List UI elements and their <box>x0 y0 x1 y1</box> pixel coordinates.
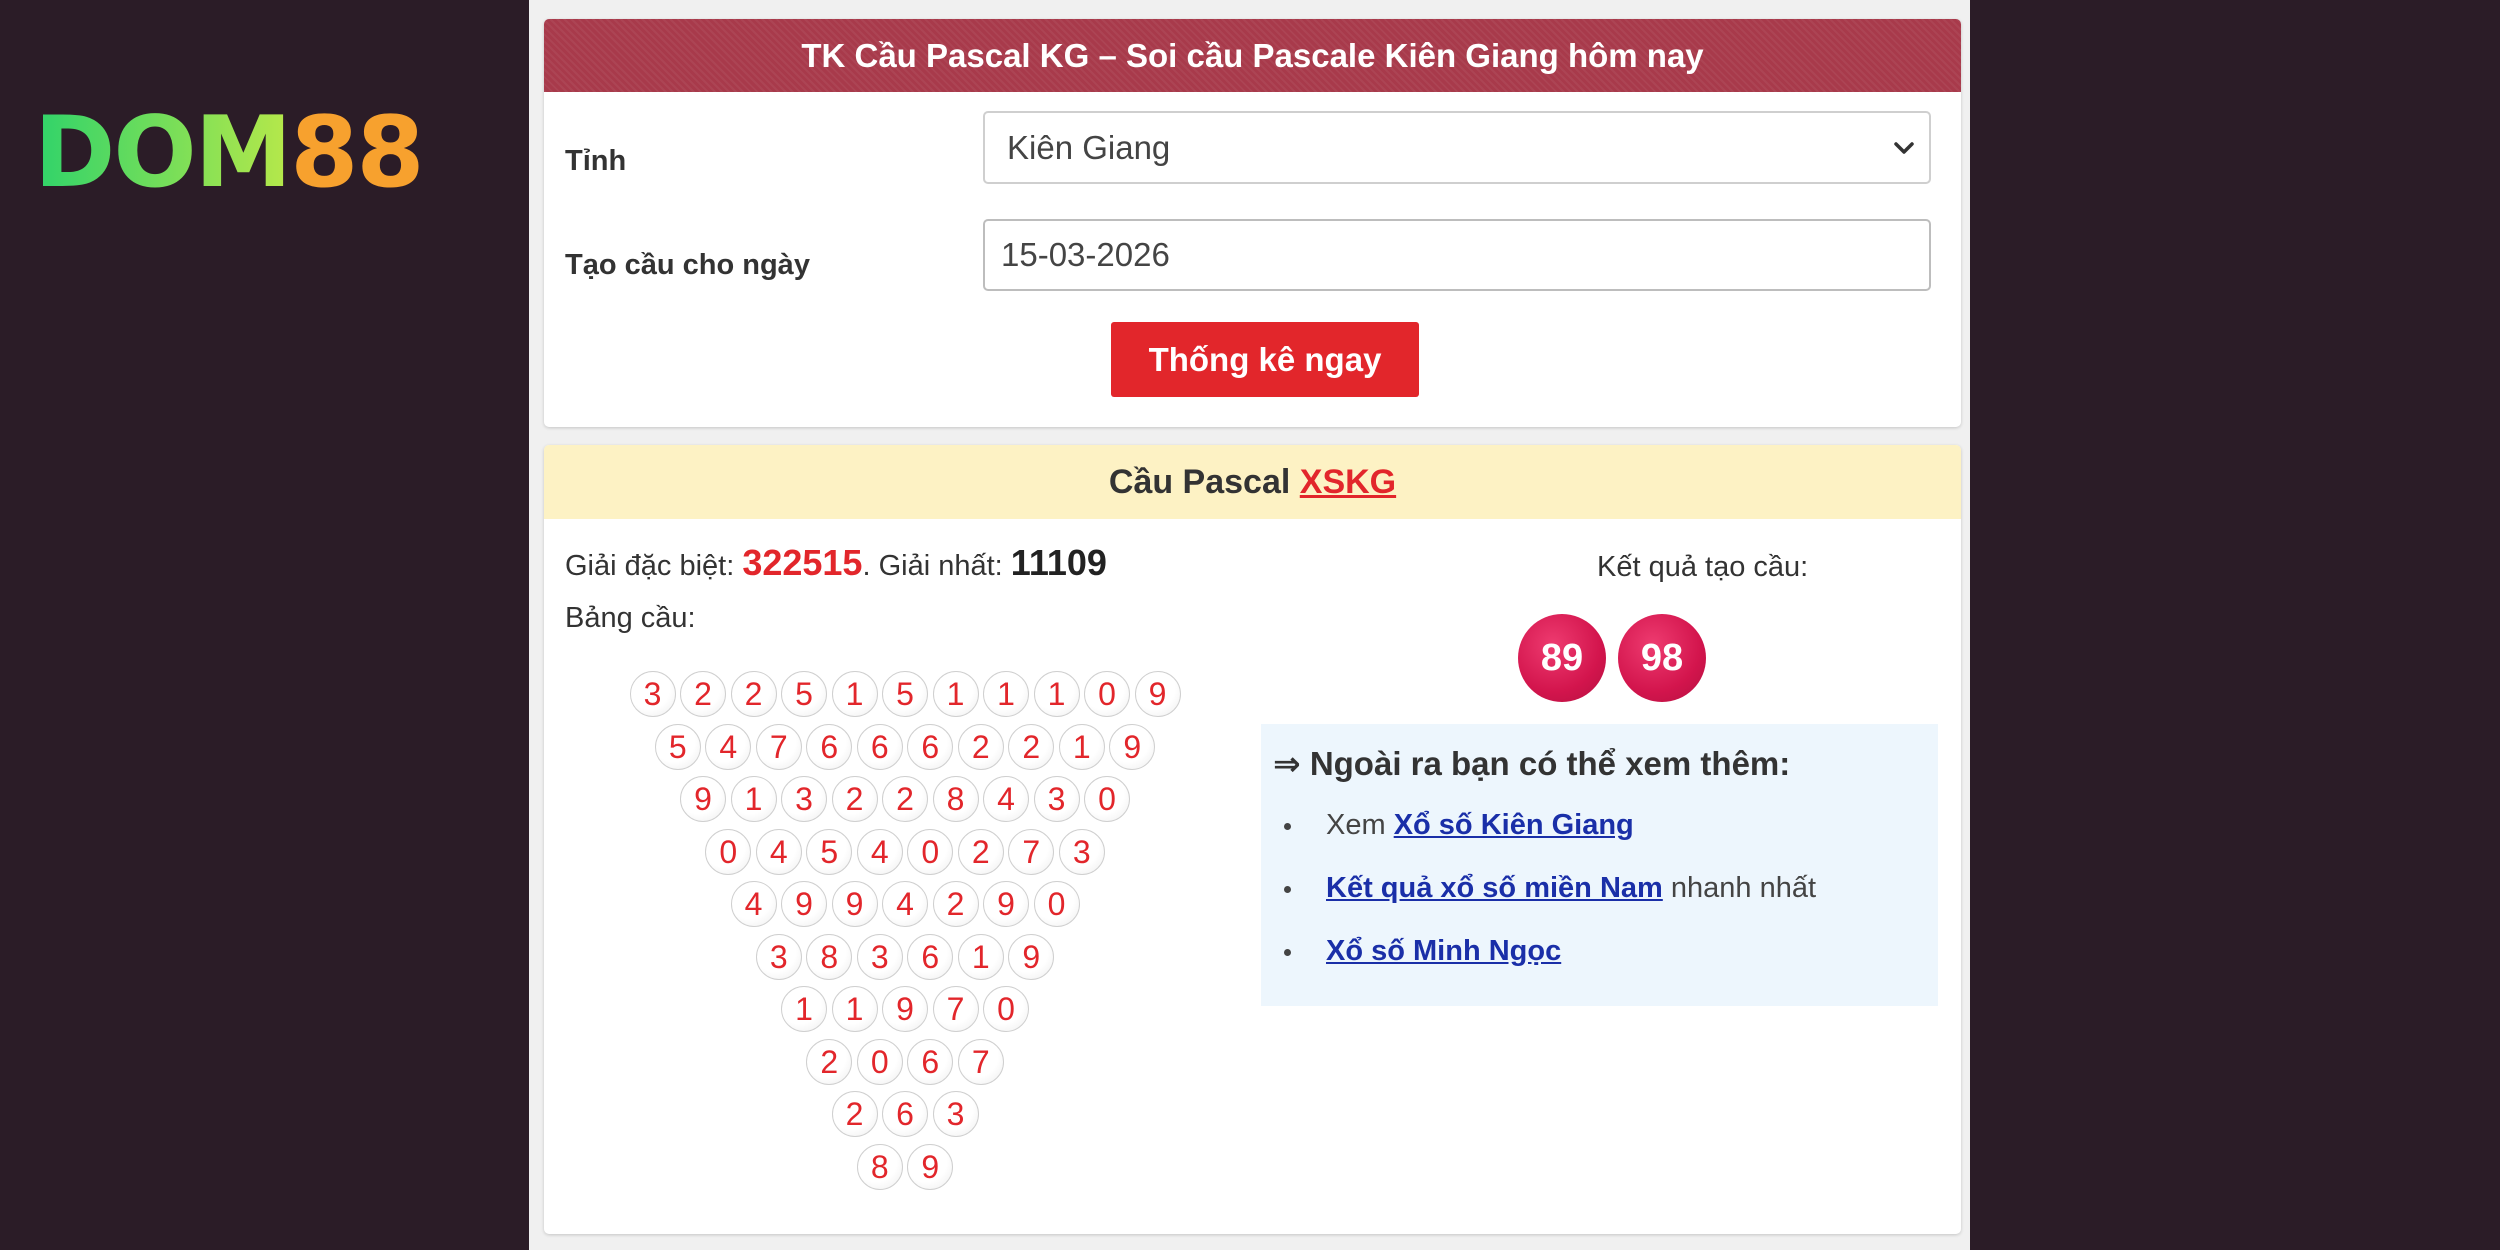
item2-suffix: nhanh nhất <box>1662 872 1817 904</box>
pyramid-digit: 5 <box>806 828 853 875</box>
kien-giang-lottery-link[interactable]: Xổ số Kiên Giang <box>1394 809 1634 841</box>
pyramid-digit: 6 <box>856 723 903 770</box>
pascal-pyramid: 3225151110954766622199132284300454027349… <box>544 445 1244 1234</box>
dom88-logo[interactable]: DOM88 <box>34 104 425 202</box>
pyramid-digit: 5 <box>781 671 827 717</box>
pyramid-digit: 3 <box>1058 828 1105 875</box>
pyramid-digit: 0 <box>983 986 1029 1032</box>
pyramid-digit: 1 <box>831 671 878 717</box>
pyramid-digit: 7 <box>1008 828 1055 875</box>
list-item: Xổ số Minh Ngọc <box>1273 931 1926 994</box>
pyramid-digit: 4 <box>882 881 928 927</box>
pyramid-digit: 9 <box>882 986 928 1032</box>
list-item: Kết quả xổ số miền Nam nhanh nhất <box>1273 868 1926 931</box>
pyramid-digit: 2 <box>957 828 1004 875</box>
pyramid-digit: 2 <box>957 723 1004 770</box>
pyramid-digit: 0 <box>1084 671 1130 717</box>
outcome-ball: 98 <box>1618 614 1706 702</box>
pyramid-digit: 8 <box>856 1143 903 1190</box>
pyramid-digit: 6 <box>806 723 853 770</box>
pyramid-digit: 4 <box>705 723 752 770</box>
pyramid-digit: 3 <box>932 1091 979 1137</box>
pyramid-digit: 9 <box>1008 933 1055 980</box>
pyramid-digit: 3 <box>629 671 676 717</box>
pyramid-digit: 8 <box>806 933 853 980</box>
form-title: TK Cầu Pascal KG – Soi cầu Pascale Kiên … <box>544 19 1961 92</box>
pyramid-digit: 0 <box>1084 776 1130 822</box>
pyramid-digit: 4 <box>983 776 1029 822</box>
list-item: Xem Xổ số Kiên Giang <box>1273 805 1926 868</box>
pyramid-digit: 8 <box>932 776 979 822</box>
pyramid-digit: 9 <box>781 881 827 927</box>
pyramid-digit: 7 <box>957 1038 1004 1085</box>
pyramid-digit: 6 <box>907 933 954 980</box>
more-links-box: ⇒ Ngoài ra bạn có thể xem thêm: Xem Xổ s… <box>1261 724 1938 1006</box>
pyramid-digit: 3 <box>781 776 827 822</box>
pyramid-digit: 0 <box>1033 881 1080 927</box>
pyramid-digit: 5 <box>654 723 701 770</box>
province-select[interactable]: Kiên Giang <box>983 111 1931 184</box>
pyramid-digit: 1 <box>932 671 979 717</box>
pyramid-digit: 9 <box>907 1143 954 1190</box>
pyramid-digit: 4 <box>856 828 903 875</box>
chevron-down-icon <box>1894 142 1914 154</box>
pyramid-digit: 1 <box>730 776 777 822</box>
date-label: Tạo cầu cho ngày <box>565 249 810 281</box>
pyramid-digit: 4 <box>730 881 777 927</box>
pascal-result-card: Cầu Pascal XSKG Giải đặc biệt: 322515. G… <box>544 445 1961 1234</box>
pyramid-digit: 1 <box>831 986 878 1032</box>
pyramid-digit: 9 <box>831 881 878 927</box>
pyramid-digit: 2 <box>1008 723 1055 770</box>
outcome-ball: 89 <box>1518 614 1606 702</box>
item1-prefix: Xem <box>1326 809 1394 841</box>
pyramid-digit: 3 <box>755 933 802 980</box>
pyramid-digit: 7 <box>932 986 979 1032</box>
pyramid-digit: 4 <box>755 828 802 875</box>
pyramid-digit: 2 <box>680 671 726 717</box>
pyramid-digit: 1 <box>781 986 827 1032</box>
minh-ngoc-link[interactable]: Xổ số Minh Ngọc <box>1326 935 1561 967</box>
pyramid-digit: 1 <box>1033 671 1080 717</box>
pyramid-digit: 9 <box>1109 723 1156 770</box>
pyramid-digit: 5 <box>882 671 928 717</box>
pyramid-digit: 0 <box>705 828 752 875</box>
pyramid-digit: 9 <box>1134 671 1181 717</box>
logo-text-88: 88 <box>290 96 424 210</box>
logo-text-dom: DOM <box>34 96 292 210</box>
pyramid-digit: 3 <box>856 933 903 980</box>
pyramid-digit: 7 <box>755 723 802 770</box>
pyramid-digit: 3 <box>1033 776 1080 822</box>
pyramid-digit: 6 <box>907 723 954 770</box>
more-title: ⇒ Ngoài ra bạn có thể xem thêm: <box>1273 745 1791 782</box>
xskg-link[interactable]: XSKG <box>1300 463 1396 501</box>
pyramid-digit: 1 <box>1058 723 1105 770</box>
pyramid-digit: 6 <box>907 1038 954 1085</box>
main-panel: TK Cầu Pascal KG – Soi cầu Pascale Kiên … <box>529 0 1970 1250</box>
submit-button[interactable]: Thống kê ngay <box>1111 322 1419 397</box>
more-links-list: Xem Xổ số Kiên Giang Kết quả xổ số miền … <box>1273 805 1926 994</box>
pyramid-digit: 6 <box>882 1091 928 1137</box>
province-label: Tỉnh <box>565 145 627 177</box>
pyramid-digit: 2 <box>831 776 878 822</box>
pyramid-digit: 1 <box>983 671 1029 717</box>
pyramid-digit: 2 <box>882 776 928 822</box>
pascal-form-card: TK Cầu Pascal KG – Soi cầu Pascale Kiên … <box>544 19 1961 427</box>
pyramid-digit: 9 <box>680 776 726 822</box>
pyramid-digit: 2 <box>730 671 777 717</box>
pyramid-digit: 2 <box>831 1091 878 1137</box>
pyramid-digit: 1 <box>957 933 1004 980</box>
pyramid-digit: 0 <box>856 1038 903 1085</box>
date-input[interactable]: 15-03-2026 <box>983 219 1931 291</box>
province-selected-value: Kiên Giang <box>1007 129 1171 166</box>
date-input-value: 15-03-2026 <box>1001 236 1170 273</box>
south-lottery-link[interactable]: Kết quả xổ số miền Nam <box>1326 872 1663 904</box>
pyramid-digit: 0 <box>907 828 954 875</box>
pyramid-digit: 2 <box>932 881 979 927</box>
pyramid-digit: 2 <box>806 1038 853 1085</box>
pyramid-digit: 9 <box>983 881 1029 927</box>
outcome-label: Kết quả tạo cầu: <box>1597 551 1809 583</box>
